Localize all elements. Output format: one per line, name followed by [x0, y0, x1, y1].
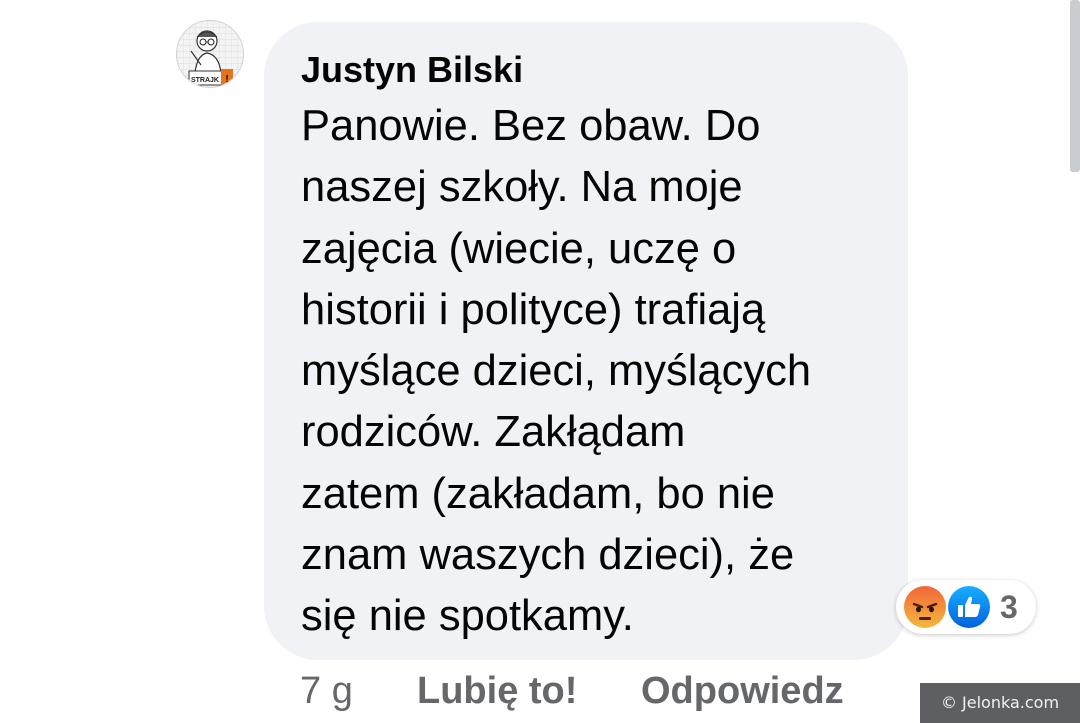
- avatar[interactable]: ! STRAJK: [176, 20, 244, 88]
- scrollbar[interactable]: [1070, 0, 1080, 172]
- comment-text-line: się nie spotkamy.: [301, 592, 634, 641]
- comment-text-line: historii i polityce) trafiają: [301, 285, 766, 334]
- comment-text-line: Panowie. Bez obaw. Do: [301, 102, 761, 150]
- svg-text:STRAJK: STRAJK: [191, 77, 219, 84]
- comment-author[interactable]: Justyn Bilski: [301, 46, 878, 94]
- comment-actions: 7 g Lubię to! Odpowiedz: [0, 670, 1080, 718]
- reply-button[interactable]: Odpowiedz: [641, 670, 844, 713]
- comment-text-line: zajęcia (wiecie, uczę o: [301, 224, 737, 273]
- watermark: © Jelonka.com: [920, 683, 1080, 723]
- comment-timestamp[interactable]: 7 g: [300, 670, 353, 713]
- angry-icon: [902, 584, 948, 630]
- comment-text-line: zatem (zakładam, bo nie: [301, 469, 775, 518]
- avatar-drawing: ! STRAJK: [177, 21, 243, 87]
- comment-text-line: rodziców. Zakłądam: [301, 408, 686, 457]
- comment-text: Panowie. Bez obaw. Do naszej szkoły. Na …: [301, 96, 901, 648]
- comment-bubble: Justyn Bilski Panowie. Bez obaw. Do nasz…: [264, 22, 908, 660]
- comment-text-line: znam waszych dzieci), że: [301, 531, 795, 580]
- reactions-summary[interactable]: 3: [896, 580, 1036, 634]
- reaction-count: 3: [1000, 589, 1018, 625]
- comment-text-line: myślące dzieci, myślących: [301, 347, 812, 396]
- svg-text:!: !: [225, 74, 228, 85]
- like-icon: [946, 584, 992, 630]
- comment-text-line: naszej szkoły. Na moje: [301, 163, 743, 212]
- like-button[interactable]: Lubię to!: [417, 670, 577, 713]
